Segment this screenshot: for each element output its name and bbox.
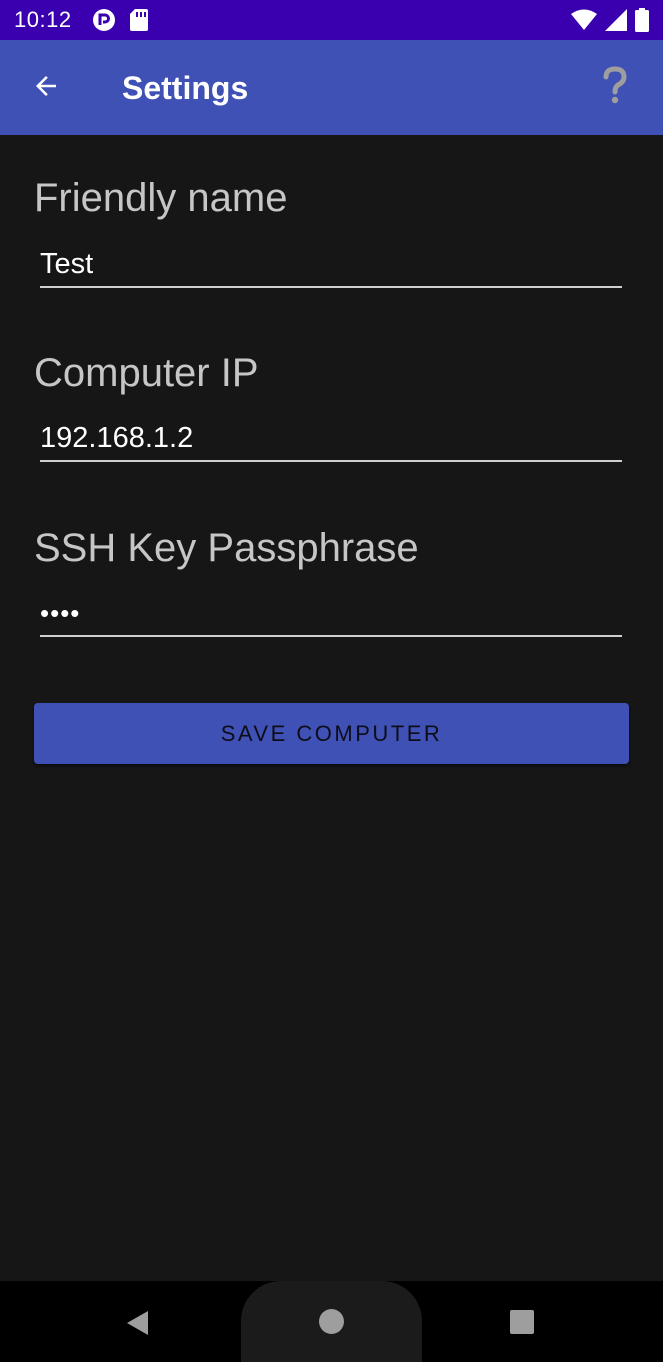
computer-ip-label: Computer IP (34, 351, 259, 395)
nav-home-icon[interactable] (319, 1309, 344, 1334)
page-title: Settings (122, 70, 249, 106)
help-icon (600, 65, 630, 111)
battery-icon (635, 8, 649, 37)
ssh-passphrase-value: •••• (40, 598, 81, 628)
nav-recents-icon[interactable] (510, 1310, 534, 1334)
app-bar: Settings (0, 40, 663, 135)
status-bar: 10:12 (0, 0, 663, 40)
cell-signal-icon (605, 9, 627, 36)
computer-ip-input[interactable]: 192.168.1.2 (40, 418, 622, 462)
sd-card-icon (130, 9, 148, 36)
status-left-icons (92, 8, 148, 37)
back-button[interactable] (22, 64, 70, 112)
save-computer-button[interactable]: SAVE COMPUTER (34, 703, 629, 764)
friendly-name-value: Test (40, 248, 94, 280)
app-notification-icon (92, 8, 116, 37)
system-nav-bar (0, 1281, 663, 1362)
arrow-back-icon (31, 71, 61, 106)
friendly-name-label: Friendly name (34, 176, 288, 220)
wifi-icon (571, 9, 597, 36)
status-right-icons (571, 8, 649, 37)
screen: 10:12 Settings Friendly name Test Comput… (0, 0, 663, 1362)
ssh-passphrase-input[interactable]: •••• (40, 593, 622, 637)
computer-ip-value: 192.168.1.2 (40, 422, 194, 454)
nav-back-icon[interactable] (124, 1309, 152, 1342)
friendly-name-input[interactable]: Test (40, 244, 622, 288)
help-button[interactable] (591, 64, 639, 112)
ssh-passphrase-label: SSH Key Passphrase (34, 526, 419, 570)
status-time: 10:12 (14, 7, 72, 32)
